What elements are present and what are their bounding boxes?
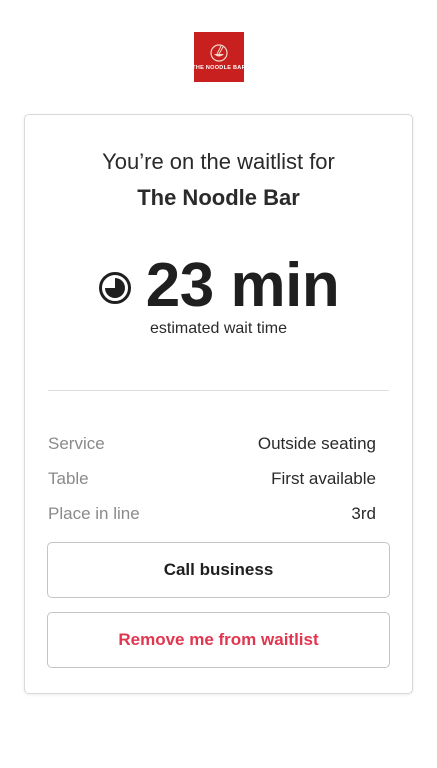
noodle-bowl-icon xyxy=(209,43,229,62)
clock-icon xyxy=(98,272,131,304)
detail-label: Service xyxy=(48,433,105,453)
detail-value: Outside seating xyxy=(257,433,376,453)
wait-time-caption: estimated wait time xyxy=(150,320,287,337)
logo-text: THE NOODLE BAR xyxy=(192,64,246,71)
waitlist-card: You’re on the waitlist for The Noodle Ba… xyxy=(24,114,413,694)
detail-value: 3rd xyxy=(351,503,376,523)
business-logo: THE NOODLE BAR xyxy=(192,32,246,82)
wait-time-row: 23 min xyxy=(25,253,412,319)
detail-label: Table xyxy=(48,468,89,488)
remove-from-waitlist-button[interactable]: Remove me from waitlist xyxy=(47,612,390,668)
detail-row-place-in-line: Place in line 3rd xyxy=(48,496,376,531)
waitlist-details: Service Outside seating Table First avai… xyxy=(48,426,376,531)
detail-value: First available xyxy=(271,468,376,488)
wait-time-value: 23 min xyxy=(145,251,340,320)
detail-label: Place in line xyxy=(48,503,140,523)
divider xyxy=(48,390,389,391)
business-name: The Noodle Bar xyxy=(137,185,300,210)
call-business-button[interactable]: Call business xyxy=(47,542,390,598)
detail-row-table: Table First available xyxy=(48,461,376,496)
detail-row-service: Service Outside seating xyxy=(48,426,376,461)
waitlist-headline: You’re on the waitlist for xyxy=(102,149,335,174)
